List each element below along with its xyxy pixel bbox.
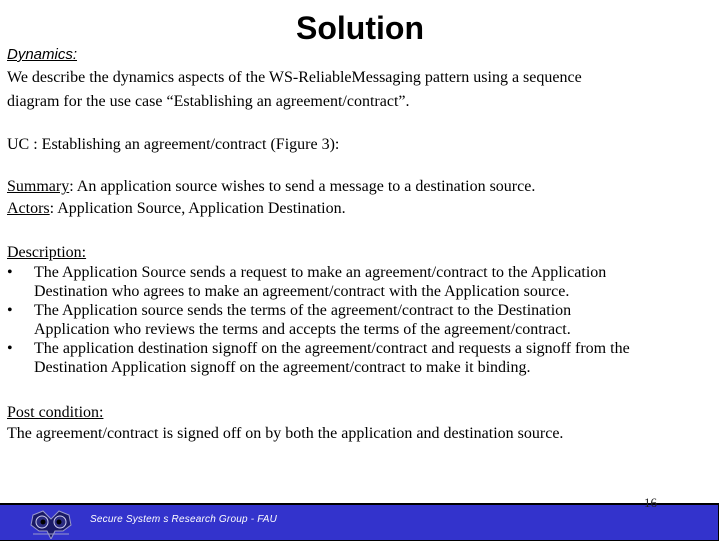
footer-text: Secure System s Research Group - FAU [90, 514, 278, 525]
bullet-icon: • [7, 302, 13, 319]
summary-line: Summary: An application source wishes to… [7, 177, 535, 197]
actors-line: Actors: Application Source, Application … [7, 199, 346, 219]
description-item: • The Application source sends the terms… [7, 301, 712, 339]
actors-label: Actors [7, 200, 50, 217]
slide-title-text: Solution [296, 10, 424, 46]
post-condition-text: The agreement/contract is signed off on … [7, 425, 564, 442]
description-item-line1: The Application Source sends a request t… [34, 264, 607, 281]
use-case-line: UC : Establishing an agreement/contract … [7, 136, 340, 153]
bullet-icon: • [7, 264, 13, 281]
post-condition-label: Post condition: [7, 404, 104, 421]
description-item-line1: The Application source sends the terms o… [34, 302, 572, 319]
slide-title: Solution [0, 8, 720, 48]
summary-text: : An application source wishes to send a… [69, 178, 536, 195]
dynamics-text-line1: We describe the dynamics aspects of the … [7, 69, 582, 86]
description-item-line2: Destination who agrees to make an agreem… [34, 283, 570, 300]
dynamics-label: Dynamics: [7, 46, 78, 63]
description-item: • The application destination signoff on… [7, 339, 712, 377]
page-number: 16 [644, 495, 657, 510]
actors-text: : Application Source, Application Destin… [49, 200, 346, 217]
owl-logo-icon [30, 510, 72, 539]
description-item-line2: Destination Application signoff on the a… [34, 359, 531, 376]
description-item-line1: The application destination signoff on t… [34, 340, 630, 357]
description-item-line2: Application who reviews the terms and ac… [34, 321, 571, 338]
footer-bar: Secure System s Research Group - FAU [0, 503, 719, 541]
bullet-icon: • [7, 340, 13, 357]
summary-label: Summary [7, 178, 70, 195]
description-label: Description: [7, 244, 87, 261]
dynamics-text-line2: diagram for the use case “Establishing a… [7, 93, 410, 110]
description-list: • The Application Source sends a request… [7, 263, 712, 377]
description-item: • The Application Source sends a request… [7, 263, 712, 301]
